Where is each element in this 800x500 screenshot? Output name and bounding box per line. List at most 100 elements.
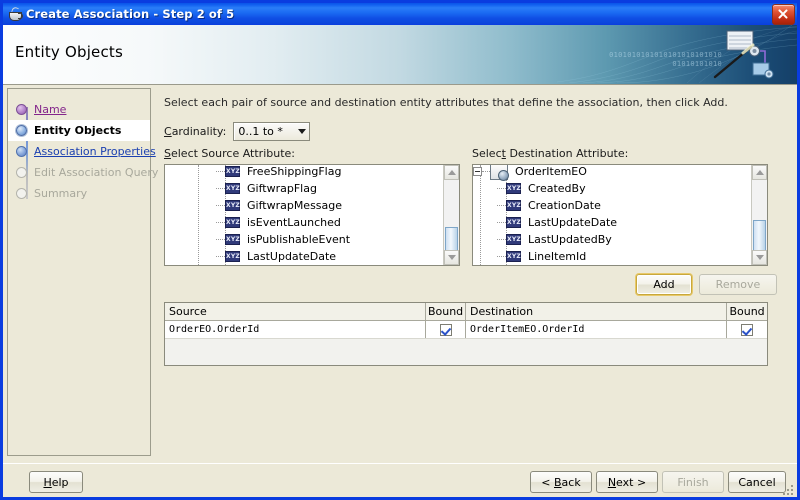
create-association-dialog: Create Association - Step 2 of 5 0101010… [0,0,800,500]
tree-item-label: CreationDate [528,199,601,212]
tree-item[interactable]: XYZ LastUpdateDate [473,214,751,231]
next-button-label: Next > [607,475,647,489]
tree-item-label: GiftwrapMessage [247,199,343,212]
sidebar-item-label: Summary [34,187,88,200]
add-button-label: Add [653,278,675,291]
back-button[interactable]: < Back [530,471,592,493]
sidebar-item-entity-objects[interactable]: Entity Objects [8,120,150,141]
attribute-pairs-table[interactable]: Source Bound Destination Bound OrderEO.O… [164,302,768,366]
wizard-step-list: Name Entity Objects Association Properti… [8,99,158,204]
column-header-source-bound: Bound [426,303,466,320]
tree-item[interactable]: XYZ FreeShippingFlag [165,165,443,180]
finish-button-label: Finish [677,475,709,489]
add-button[interactable]: Add [636,274,692,295]
finish-button: Finish [662,471,724,493]
back-button-label: < Back [541,475,581,489]
cancel-button-label: Cancel [738,475,776,489]
tree-connector [497,188,506,189]
scroll-up-icon[interactable] [444,165,459,180]
cell-source-bound [426,321,466,338]
tree-item[interactable]: XYZ LastUpdateDate [165,248,443,265]
window-title: Create Association - Step 2 of 5 [26,7,235,21]
table-row[interactable]: OrderEO.OrderId OrderItemEO.OrderId [165,321,767,339]
source-tree-viewport: XYZ FreeShippingFlag XYZ GiftwrapFlag XYZ Gif… [165,165,443,265]
scroll-up-icon[interactable] [752,165,767,180]
tree-connector [216,171,225,172]
step-bullet-todo-icon [16,167,27,178]
cardinality-row: Cardinality: 0..1 to * [164,122,311,141]
tree-item[interactable]: XYZ LastUpdatedBy [473,231,751,248]
step-bullet-done-icon [16,104,27,115]
tree-connector [497,256,506,257]
tree-item-label: FreeShippingFlag [247,165,342,178]
remove-button: Remove [699,274,777,295]
cancel-button[interactable]: Cancel [728,471,786,493]
tree-connector [216,205,225,206]
bound-checkbox[interactable] [439,323,452,336]
tree-item-label: isEventLaunched [247,216,341,229]
resize-grip-icon[interactable] [783,485,795,497]
source-tree-scrollbar[interactable] [443,165,459,265]
step-bullet-next-icon [16,146,27,157]
attribute-icon: XYZ [225,166,240,177]
scroll-down-icon[interactable] [444,250,459,265]
help-button[interactable]: Help [29,471,83,493]
sidebar-item-summary: Summary [8,183,152,204]
cardinality-select[interactable]: 0..1 to * [233,122,311,141]
cell-source: OrderEO.OrderId [165,321,427,338]
source-attribute-tree[interactable]: XYZ FreeShippingFlag XYZ GiftwrapFlag XYZ Gif… [164,164,460,266]
page-banner: 0101010101010101010101010 01010101010 En… [3,25,797,85]
attribute-icon: XYZ [225,251,240,262]
tree-item[interactable]: XYZ GiftwrapMessage [165,197,443,214]
tree-item[interactable]: XYZ GiftwrapFlag [165,180,443,197]
banner-bits-line1: 0101010101010101010101010 [609,51,722,59]
tree-connector [497,239,506,240]
tree-item[interactable]: XYZ isEventLaunched [165,214,443,231]
cell-destination-bound [727,321,767,338]
attribute-icon: XYZ [225,217,240,228]
attribute-icon: XYZ [506,200,521,211]
scrollbar-thumb[interactable] [753,220,766,253]
attribute-icon: XYZ [225,183,240,194]
scroll-down-icon[interactable] [752,250,767,265]
attribute-icon: XYZ [225,200,240,211]
source-list-label: Select Source Attribute: [164,147,295,160]
coffee-cup-icon [7,6,23,22]
title-bar: Create Association - Step 2 of 5 [3,3,797,25]
tree-item-label: LastUpdateDate [247,250,337,263]
bound-checkbox[interactable] [741,323,754,336]
tree-item[interactable]: XYZ isPublishableEvent [165,231,443,248]
close-icon[interactable] [772,3,795,25]
dialog-footer: Help < Back Next > Finish Cancel [3,463,797,497]
cell-destination: OrderItemEO.OrderId [466,321,728,338]
remove-button-label: Remove [715,278,761,291]
sidebar-item-label: Entity Objects [34,124,122,137]
next-button[interactable]: Next > [596,471,658,493]
cardinality-label: Cardinality: [164,125,227,138]
banner-bits-line2: 01010101010 [672,60,722,68]
destination-tree-viewport: OrderItemEO XYZ CreatedBy XYZ CreationDate XY… [473,165,751,265]
attribute-icon: XYZ [506,183,521,194]
tree-item-label: LineItemId [528,250,587,263]
step-bullet-current-icon [16,125,27,136]
sidebar-item-name[interactable]: Name [8,99,152,120]
sidebar-item-label: Name [34,103,67,116]
tree-item[interactable]: XYZ CreatedBy [473,180,751,197]
tree-item-label: LastUpdateDate [528,216,618,229]
instruction-text: Select each pair of source and destinati… [164,96,728,109]
tree-connector [497,222,506,223]
destination-attribute-tree[interactable]: OrderItemEO XYZ CreatedBy XYZ CreationDate XY… [472,164,768,266]
column-header-source: Source [165,303,427,320]
sidebar-item-association-properties[interactable]: Association Properties [8,141,156,162]
collapse-icon[interactable] [473,167,482,176]
tree-item[interactable]: XYZ CreationDate [473,197,751,214]
cardinality-value: 0..1 to * [238,125,283,138]
tree-item[interactable]: OrderItemEO [473,165,751,181]
tree-connector [216,239,225,240]
destination-tree-scrollbar[interactable] [751,165,767,265]
attribute-icon: XYZ [225,234,240,245]
table-header-row: Source Bound Destination Bound [165,303,767,321]
dialog-body: Name Entity Objects Association Properti… [3,85,797,463]
column-header-destination-bound: Bound [729,305,765,318]
tree-item[interactable]: XYZ LineItemId [473,248,751,265]
